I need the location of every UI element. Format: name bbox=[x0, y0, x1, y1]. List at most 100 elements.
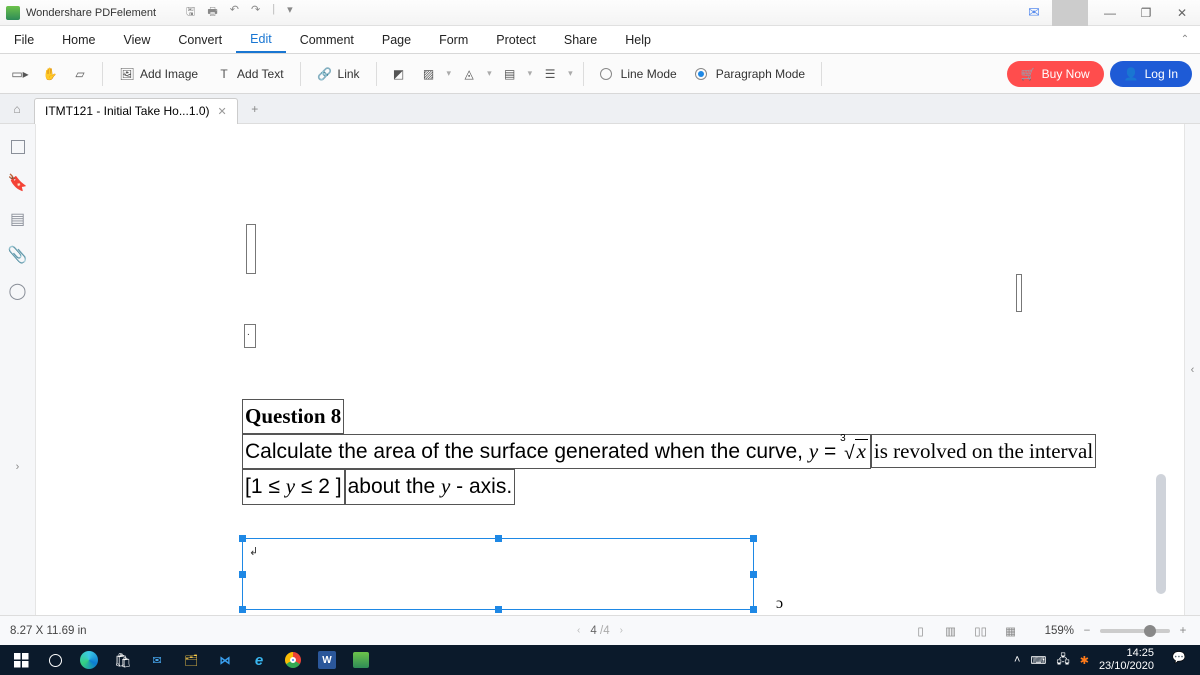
start-button[interactable] bbox=[4, 645, 38, 675]
watermark-icon[interactable]: ◬ bbox=[457, 62, 481, 86]
link-button[interactable]: 🔗 Link bbox=[311, 60, 366, 88]
document-tabstrip: ⌂ ITMT121 - Initial Take Ho...1.0) ✕ + bbox=[0, 94, 1200, 124]
maximize-button[interactable]: ❐ bbox=[1128, 0, 1164, 26]
comments-icon[interactable]: ◯ bbox=[9, 282, 27, 300]
task-pdfelement-icon[interactable] bbox=[344, 645, 378, 675]
stray-glyph: ɔ bbox=[776, 595, 783, 613]
hand-tool-icon[interactable]: ✋ bbox=[38, 62, 62, 86]
qat-save-icon[interactable]: 🖫 bbox=[186, 3, 195, 22]
feedback-icon[interactable]: ✉ bbox=[1020, 0, 1048, 26]
task-explorer-icon[interactable]: 🗂 bbox=[174, 645, 208, 675]
qat-more-icon[interactable]: ▾ bbox=[287, 3, 293, 22]
q-line1-seg2[interactable]: is revolved on the interval bbox=[871, 434, 1096, 469]
document-canvas[interactable]: Question 8 Calculate the area of the sur… bbox=[36, 124, 1184, 615]
select-tool-icon[interactable]: ▭▸ bbox=[8, 62, 32, 86]
question-title[interactable]: Question 8 bbox=[242, 399, 344, 434]
text-icon: T bbox=[216, 66, 232, 82]
qat-undo-icon[interactable]: ↶ bbox=[230, 3, 239, 22]
menu-edit[interactable]: Edit bbox=[236, 26, 286, 53]
buy-now-button[interactable]: 🛒 Buy Now bbox=[1007, 61, 1104, 87]
tray-notifications-icon[interactable]: 💬 bbox=[1172, 651, 1190, 669]
tray-chevron-up-icon[interactable]: ˄ bbox=[1014, 654, 1020, 666]
log-in-label: Log In bbox=[1145, 67, 1178, 81]
view-single-icon[interactable]: ▯ bbox=[911, 622, 931, 640]
next-page-icon[interactable]: › bbox=[620, 625, 623, 636]
menu-convert[interactable]: Convert bbox=[164, 26, 236, 53]
log-in-button[interactable]: 👤 Log In bbox=[1110, 61, 1192, 87]
left-sidebar: 🔖 ▤ 📎 ◯ › bbox=[0, 124, 36, 615]
app-icon bbox=[6, 6, 20, 20]
add-image-label: Add Image bbox=[140, 67, 198, 81]
vertical-scrollbar[interactable] bbox=[1156, 474, 1166, 594]
menu-share[interactable]: Share bbox=[550, 26, 611, 53]
view-two-page-icon[interactable]: ▯▯ bbox=[971, 622, 991, 640]
task-edge-icon[interactable] bbox=[72, 645, 106, 675]
menu-help[interactable]: Help bbox=[611, 26, 665, 53]
view-continuous-icon[interactable]: ▥ bbox=[941, 622, 961, 640]
text-cursor-box-2 bbox=[1016, 274, 1022, 312]
zoom-in-icon[interactable]: + bbox=[1176, 625, 1190, 637]
task-ie-icon[interactable]: e bbox=[242, 645, 276, 675]
line-mode-radio[interactable]: Line Mode bbox=[594, 60, 683, 88]
titlebar: Wondershare PDFelement 🖫 🖶 ↶ ↷ | ▾ ✉ — ❐… bbox=[0, 0, 1200, 26]
tray-time: 14:25 bbox=[1099, 647, 1154, 660]
menu-page[interactable]: Page bbox=[368, 26, 425, 53]
collapse-ribbon-icon[interactable]: ⌃ bbox=[1170, 26, 1200, 53]
view-two-continuous-icon[interactable]: ▦ bbox=[1001, 622, 1021, 640]
expand-right-panel-icon[interactable]: ‹ bbox=[1191, 364, 1195, 376]
menu-comment[interactable]: Comment bbox=[286, 26, 368, 53]
menubar: File Home View Convert Edit Comment Page… bbox=[0, 26, 1200, 54]
new-tab-button[interactable]: + bbox=[242, 96, 268, 122]
task-vscode-icon[interactable]: ⋈ bbox=[208, 645, 242, 675]
document-tab[interactable]: ITMT121 - Initial Take Ho...1.0) ✕ bbox=[34, 98, 238, 124]
app-name: Wondershare PDFelement bbox=[26, 7, 156, 19]
page-navigator: ‹ 4 /4 › bbox=[577, 625, 623, 637]
q-line2-seg2[interactable]: about the y - axis. bbox=[345, 469, 516, 505]
edit-all-icon[interactable]: ▨ bbox=[417, 62, 441, 86]
tray-avast-icon[interactable]: ✱ bbox=[1080, 654, 1089, 667]
task-cortana-icon[interactable] bbox=[38, 645, 72, 675]
page-dimensions: 8.27 X 11.69 in bbox=[10, 625, 87, 637]
zoom-value: 159% bbox=[1045, 625, 1074, 637]
close-tab-icon[interactable]: ✕ bbox=[218, 105, 227, 118]
expand-sidebar-icon[interactable]: › bbox=[16, 441, 20, 493]
qat-print-icon[interactable]: 🖶 bbox=[207, 3, 217, 22]
quick-access-toolbar: 🖫 🖶 ↶ ↷ | ▾ bbox=[186, 3, 293, 22]
crop-icon[interactable]: ◩ bbox=[387, 62, 411, 86]
bookmarks-icon[interactable]: 🔖 bbox=[9, 174, 27, 192]
paragraph-mode-radio[interactable]: Paragraph Mode bbox=[689, 60, 811, 88]
tray-clock[interactable]: 14:25 23/10/2020 bbox=[1099, 647, 1154, 672]
zoom-out-icon[interactable]: − bbox=[1080, 625, 1094, 637]
tray-input-icon[interactable]: ⌨ bbox=[1030, 654, 1046, 667]
minimize-button[interactable]: — bbox=[1092, 0, 1128, 26]
zoom-slider[interactable] bbox=[1100, 629, 1170, 633]
add-image-button[interactable]: 🖼 Add Image bbox=[113, 60, 204, 88]
q-line2-seg1[interactable]: [1 ≤ y ≤ 2 ] bbox=[242, 469, 345, 505]
menu-protect[interactable]: Protect bbox=[482, 26, 550, 53]
menu-form[interactable]: Form bbox=[425, 26, 482, 53]
background-icon[interactable]: ▤ bbox=[498, 62, 522, 86]
attachments-icon[interactable]: 📎 bbox=[9, 246, 27, 264]
total-pages: /4 bbox=[597, 625, 610, 637]
menu-home[interactable]: Home bbox=[48, 26, 109, 53]
status-bar: 8.27 X 11.69 in ‹ 4 /4 › ▯ ▥ ▯▯ ▦ 159% −… bbox=[0, 615, 1200, 645]
task-mail-icon[interactable]: ✉ bbox=[140, 645, 174, 675]
tray-network-icon[interactable]: 🖧 bbox=[1056, 650, 1069, 671]
workspace: 🔖 ▤ 📎 ◯ › Question 8 Calculate the area … bbox=[0, 124, 1200, 615]
task-store-icon[interactable]: 🛍 bbox=[106, 645, 140, 675]
prev-page-icon[interactable]: ‹ bbox=[577, 625, 580, 636]
tabs-home-icon[interactable]: ⌂ bbox=[0, 102, 34, 116]
annotations-icon[interactable]: ▤ bbox=[9, 210, 27, 228]
task-chrome-icon[interactable] bbox=[276, 645, 310, 675]
q-line1-seg1[interactable]: Calculate the area of the surface genera… bbox=[242, 434, 871, 470]
thumbnails-icon[interactable] bbox=[9, 138, 27, 156]
add-text-button[interactable]: T Add Text bbox=[210, 60, 289, 88]
header-footer-icon[interactable]: ☰ bbox=[538, 62, 562, 86]
edit-tool-icon[interactable]: ▱ bbox=[68, 62, 92, 86]
menu-view[interactable]: View bbox=[110, 26, 165, 53]
menu-file[interactable]: File bbox=[0, 26, 48, 53]
task-word-icon[interactable]: W bbox=[310, 645, 344, 675]
selected-text-frame[interactable]: ↲ bbox=[242, 538, 754, 610]
qat-redo-icon[interactable]: ↷ bbox=[251, 3, 260, 22]
close-button[interactable]: ✕ bbox=[1164, 0, 1200, 26]
